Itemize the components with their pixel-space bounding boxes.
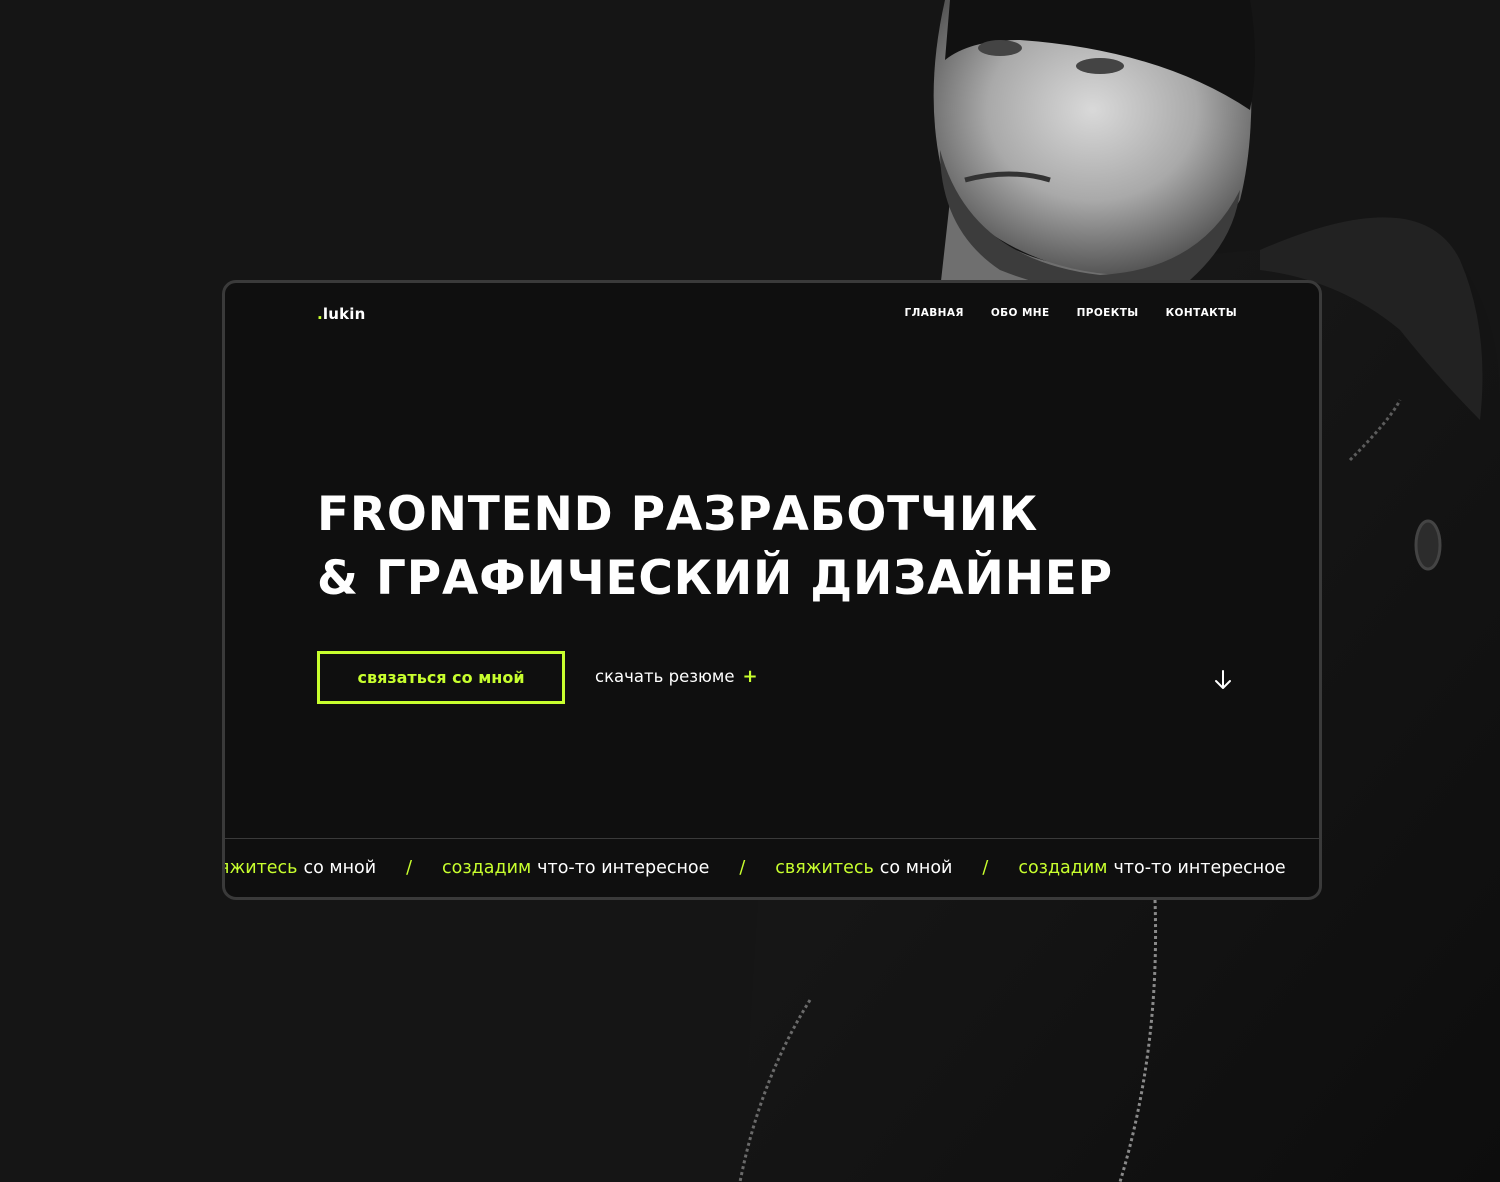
ticker-item: создадим что-то интересное (1018, 858, 1285, 878)
ticker-accent-text: свяжитесь (225, 858, 298, 878)
ticker-separator: / (739, 858, 746, 878)
ticker-accent-text: создадим (442, 858, 532, 878)
logo-name: lukin (322, 305, 366, 323)
marquee-ticker: свяжитесь со мной / создадим что-то инте… (225, 838, 1319, 897)
ticker-text: что-то интересное (537, 858, 710, 878)
ticker-text: со мной (879, 858, 953, 878)
ticker-item: создадим что-то интересное (442, 858, 709, 878)
ticker-accent-text: создадим (1018, 858, 1108, 878)
ticker-track: свяжитесь со мной / создадим что-то инте… (225, 858, 1286, 878)
download-resume-link[interactable]: скачать резюме + (595, 667, 758, 686)
nav-item-projects[interactable]: ПРОЕКТЫ (1077, 307, 1139, 319)
arrow-down-icon[interactable] (1213, 669, 1233, 691)
ticker-text: что-то интересное (1113, 858, 1286, 878)
download-resume-label: скачать резюме (595, 667, 735, 686)
ticker-separator: / (406, 858, 413, 878)
contact-me-button[interactable]: связаться со мной (317, 651, 565, 704)
ticker-item: свяжитесь со мной (225, 858, 376, 878)
website-preview-card: .lukin ГЛАВНАЯ ОБО МНЕ ПРОЕКТЫ КОНТАКТЫ … (222, 280, 1322, 900)
ticker-item: свяжитесь со мной (775, 858, 952, 878)
hero-title-line-1: FRONTEND РАЗРАБОТЧИК (317, 487, 1039, 542)
nav-item-contacts[interactable]: КОНТАКТЫ (1166, 307, 1237, 319)
ticker-accent-text: свяжитесь (775, 858, 874, 878)
plus-icon: + (742, 665, 758, 687)
nav-item-about[interactable]: ОБО МНЕ (991, 307, 1050, 319)
nav-item-home[interactable]: ГЛАВНАЯ (904, 307, 963, 319)
ticker-text: со мной (303, 858, 377, 878)
ticker-separator: / (982, 858, 989, 878)
main-nav: ГЛАВНАЯ ОБО МНЕ ПРОЕКТЫ КОНТАКТЫ (904, 307, 1237, 319)
hero-title: FRONTEND РАЗРАБОТЧИК & ГРАФИЧЕСКИЙ ДИЗАЙ… (317, 483, 1113, 611)
logo[interactable]: .lukin (317, 305, 366, 323)
site-header: .lukin ГЛАВНАЯ ОБО МНЕ ПРОЕКТЫ КОНТАКТЫ (225, 283, 1319, 345)
hero-title-line-2: & ГРАФИЧЕСКИЙ ДИЗАЙНЕР (317, 551, 1113, 606)
